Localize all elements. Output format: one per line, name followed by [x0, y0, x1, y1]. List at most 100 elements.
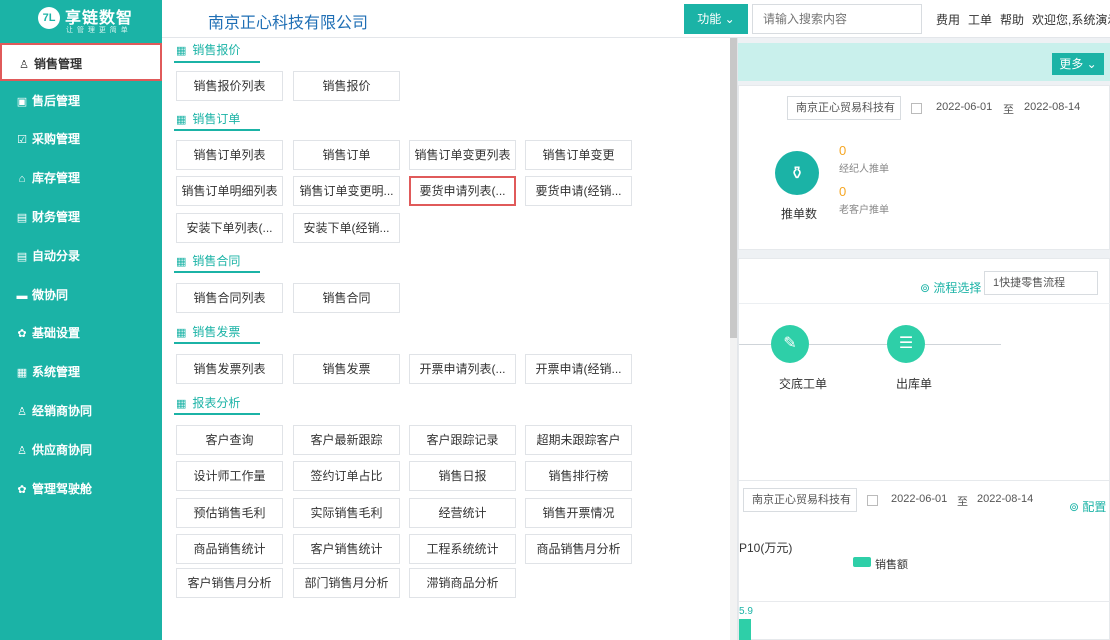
- menu-item-report[interactable]: 客户销售统计: [293, 534, 400, 564]
- list-icon[interactable]: ☰: [887, 325, 925, 363]
- menu-item-report[interactable]: 经营统计: [409, 498, 516, 528]
- menu-item-report[interactable]: 设计师工作量: [176, 461, 283, 491]
- fee-link[interactable]: 费用: [936, 13, 960, 27]
- menu-item-requisition-dealer[interactable]: 要货申请(经销...: [525, 176, 632, 206]
- menu-item-report[interactable]: 滞销商品分析: [409, 568, 516, 598]
- menu-item-contract-list[interactable]: 销售合同列表: [176, 283, 283, 313]
- card-icon: ▣: [16, 96, 28, 108]
- sidebar-item-basic-settings[interactable]: ✿ 基础设置: [0, 314, 162, 352]
- menu-item-invoice-request-list[interactable]: 开票申请列表(...: [409, 354, 516, 384]
- section-underline: [174, 129, 260, 131]
- calendar-icon[interactable]: [867, 495, 878, 506]
- chart-gridline: [739, 601, 1110, 602]
- welcome-user[interactable]: 欢迎您,系统演示: [1032, 13, 1110, 27]
- old-customer-label: 老客户推单: [839, 205, 889, 216]
- menu-item-contract[interactable]: 销售合同: [293, 283, 400, 313]
- company-select[interactable]: 南京正心贸易科技有: [787, 96, 901, 120]
- sidebar-item-dealer[interactable]: ♙ 经销商协同: [0, 392, 162, 430]
- sidebar-item-sales[interactable]: ♙ 销售管理: [0, 43, 162, 81]
- sidebar-item-aftersales[interactable]: ▣ 售后管理: [0, 82, 162, 120]
- menu-item-install-dealer[interactable]: 安装下单(经销...: [293, 213, 400, 243]
- flow-select[interactable]: 1快捷零售流程: [984, 271, 1098, 295]
- legend-label: 销售额: [875, 559, 908, 571]
- menu-item-order-detail-list[interactable]: 销售订单明细列表: [176, 176, 283, 206]
- menu-item-report[interactable]: 客户最新跟踪: [293, 425, 400, 455]
- sidebar-item-label: 自动分录: [32, 249, 81, 263]
- sidebar-item-purchase[interactable]: ☑ 采购管理: [0, 120, 162, 158]
- flow-connector: [739, 344, 771, 345]
- message-icon: ▬: [16, 290, 28, 302]
- menu-item-report[interactable]: 销售开票情况: [525, 498, 632, 528]
- menu-item-quote[interactable]: 销售报价: [293, 71, 400, 101]
- menu-item-report[interactable]: 预估销售毛利: [176, 498, 283, 528]
- calendar-icon[interactable]: [911, 103, 922, 114]
- flow-step-label: 交底工单: [779, 377, 828, 391]
- menu-item-report[interactable]: 客户跟踪记录: [409, 425, 516, 455]
- menu-item-report[interactable]: 实际销售毛利: [293, 498, 400, 528]
- menu-item-order-change-list[interactable]: 销售订单变更列表: [409, 140, 516, 170]
- menu-item-report[interactable]: 客户销售月分析: [176, 568, 283, 598]
- menu-item-report[interactable]: 工程系统统计: [409, 534, 516, 564]
- gear-icon: ✿: [17, 328, 27, 340]
- sidebar-item-label: 售后管理: [32, 94, 81, 108]
- menu-item-report[interactable]: 商品销售月分析: [525, 534, 632, 564]
- workorder-link[interactable]: 工单: [968, 13, 992, 27]
- menu-item-report[interactable]: 签约订单占比: [293, 461, 400, 491]
- menu-item-invoice-request-dealer[interactable]: 开票申请(经销...: [525, 354, 632, 384]
- date-from[interactable]: 2022-06-01: [936, 101, 992, 113]
- menu-item-invoice-list[interactable]: 销售发票列表: [176, 354, 283, 384]
- sidebar-item-label: 微协同: [32, 288, 69, 302]
- push-order-title: 推单数: [781, 207, 818, 221]
- check-icon: ☑: [17, 134, 27, 146]
- user-icon: ♙: [17, 406, 27, 418]
- date-from[interactable]: 2022-06-01: [891, 493, 947, 505]
- sidebar-item-inventory[interactable]: ⌂ 库存管理: [0, 159, 162, 197]
- menu-item-report[interactable]: 部门销售月分析: [293, 568, 400, 598]
- company-select[interactable]: 南京正心贸易科技有: [743, 488, 857, 512]
- chart-title: P10(万元): [739, 541, 793, 555]
- menu-item-report[interactable]: 客户查询: [176, 425, 283, 455]
- section-underline: [174, 61, 260, 63]
- menu-item-report[interactable]: 超期未跟踪客户: [525, 425, 632, 455]
- sidebar-item-cockpit[interactable]: ✿ 管理驾驶舱: [0, 470, 162, 508]
- sidebar-item-label: 采购管理: [32, 132, 81, 146]
- more-button[interactable]: 更多 ⌄: [1052, 53, 1104, 75]
- sidebar-item-finance[interactable]: ▤ 财务管理: [0, 198, 162, 236]
- menu-item-order-change-detail[interactable]: 销售订单变更明...: [293, 176, 400, 206]
- sidebar-item-auto-entry[interactable]: ▤ 自动分录: [0, 237, 162, 275]
- sidebar-item-supplier[interactable]: ♙ 供应商协同: [0, 431, 162, 469]
- menu-item-order[interactable]: 销售订单: [293, 140, 400, 170]
- grid-icon: ▦: [176, 256, 187, 268]
- config-link[interactable]: ⊚ 配置: [1069, 498, 1106, 515]
- menu-scrollbar-thumb[interactable]: [730, 38, 737, 338]
- menu-item-report[interactable]: 商品销售统计: [176, 534, 283, 564]
- flow-select-link[interactable]: ⊚ 流程选择: [920, 279, 981, 296]
- date-to[interactable]: 2022-08-14: [977, 493, 1033, 505]
- flow-connector: [809, 344, 887, 345]
- sidebar-item-label: 财务管理: [32, 210, 81, 224]
- sidebar-item-system[interactable]: ▦ 系统管理: [0, 353, 162, 391]
- menu-item-order-list[interactable]: 销售订单列表: [176, 140, 283, 170]
- clipboard-icon[interactable]: ✎: [771, 325, 809, 363]
- section-title-contract: ▦ 销售合同: [176, 254, 241, 268]
- menu-item-requisition-list[interactable]: 要货申请列表(...: [409, 176, 516, 206]
- date-to[interactable]: 2022-08-14: [1024, 101, 1080, 113]
- logo-slogan: 让 管 理 更 简 单: [66, 27, 129, 34]
- sidebar-item-collab[interactable]: ▬ 微协同: [0, 276, 162, 314]
- menu-item-invoice[interactable]: 销售发票: [293, 354, 400, 384]
- broker-label: 经纪人推单: [839, 164, 889, 175]
- top-bar: 7L 享链数智 让 管 理 更 简 单 南京正心科技有限公司 功能 ⌄ 费用工单…: [0, 0, 1110, 38]
- menu-item-report[interactable]: 销售排行榜: [525, 461, 632, 491]
- function-menu-button[interactable]: 功能 ⌄: [684, 4, 748, 34]
- grid-icon: ▦: [176, 114, 187, 126]
- menu-item-order-change[interactable]: 销售订单变更: [525, 140, 632, 170]
- menu-item-install-list[interactable]: 安装下单列表(...: [176, 213, 283, 243]
- date-separator: 至: [957, 496, 968, 508]
- flow-card: ⊚ 流程选择 1快捷零售流程 ✎ ☰ 交底工单 出库单: [738, 258, 1110, 482]
- menu-item-report[interactable]: 销售日报: [409, 461, 516, 491]
- menu-item-quote-list[interactable]: 销售报价列表: [176, 71, 283, 101]
- logo[interactable]: 7L 享链数智 让 管 理 更 简 单: [0, 0, 162, 38]
- help-link[interactable]: 帮助: [1000, 13, 1024, 27]
- money-bag-icon: ⚱: [775, 151, 819, 195]
- search-input[interactable]: [752, 4, 922, 34]
